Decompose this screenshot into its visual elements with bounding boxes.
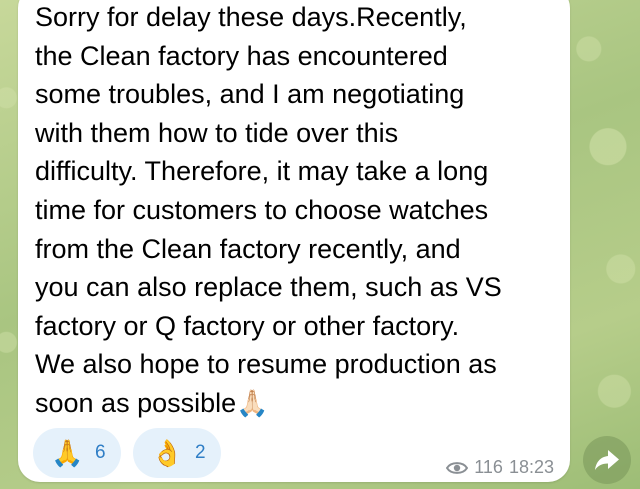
message-time: 18:23 <box>508 457 554 477</box>
reaction-count: 2 <box>195 442 206 463</box>
praying-hands-emoji: 🙏🏻 <box>236 387 269 418</box>
message-body: Sorry for delay these days.Recently, the… <box>35 2 502 418</box>
reaction-count: 6 <box>95 442 106 463</box>
message-bubble[interactable]: Sorry for delay these days.Recently, the… <box>18 0 570 482</box>
ok-hand-reaction-emoji: 👌 <box>151 438 184 468</box>
view-count: 116 <box>474 457 503 477</box>
eye-icon <box>446 461 469 474</box>
praying-hands-reaction-emoji: 🙏 <box>51 438 84 468</box>
reaction-praying-hands[interactable]: 🙏 6 <box>33 428 121 478</box>
reactions-row: 🙏 6 👌 2 <box>33 428 221 478</box>
message-text: Sorry for delay these days.Recently, the… <box>35 0 560 423</box>
forward-button[interactable] <box>583 436 631 484</box>
forward-arrow-icon <box>595 450 619 470</box>
reaction-ok-hand[interactable]: 👌 2 <box>133 428 221 478</box>
message-meta: 116 18:23 <box>446 457 554 478</box>
